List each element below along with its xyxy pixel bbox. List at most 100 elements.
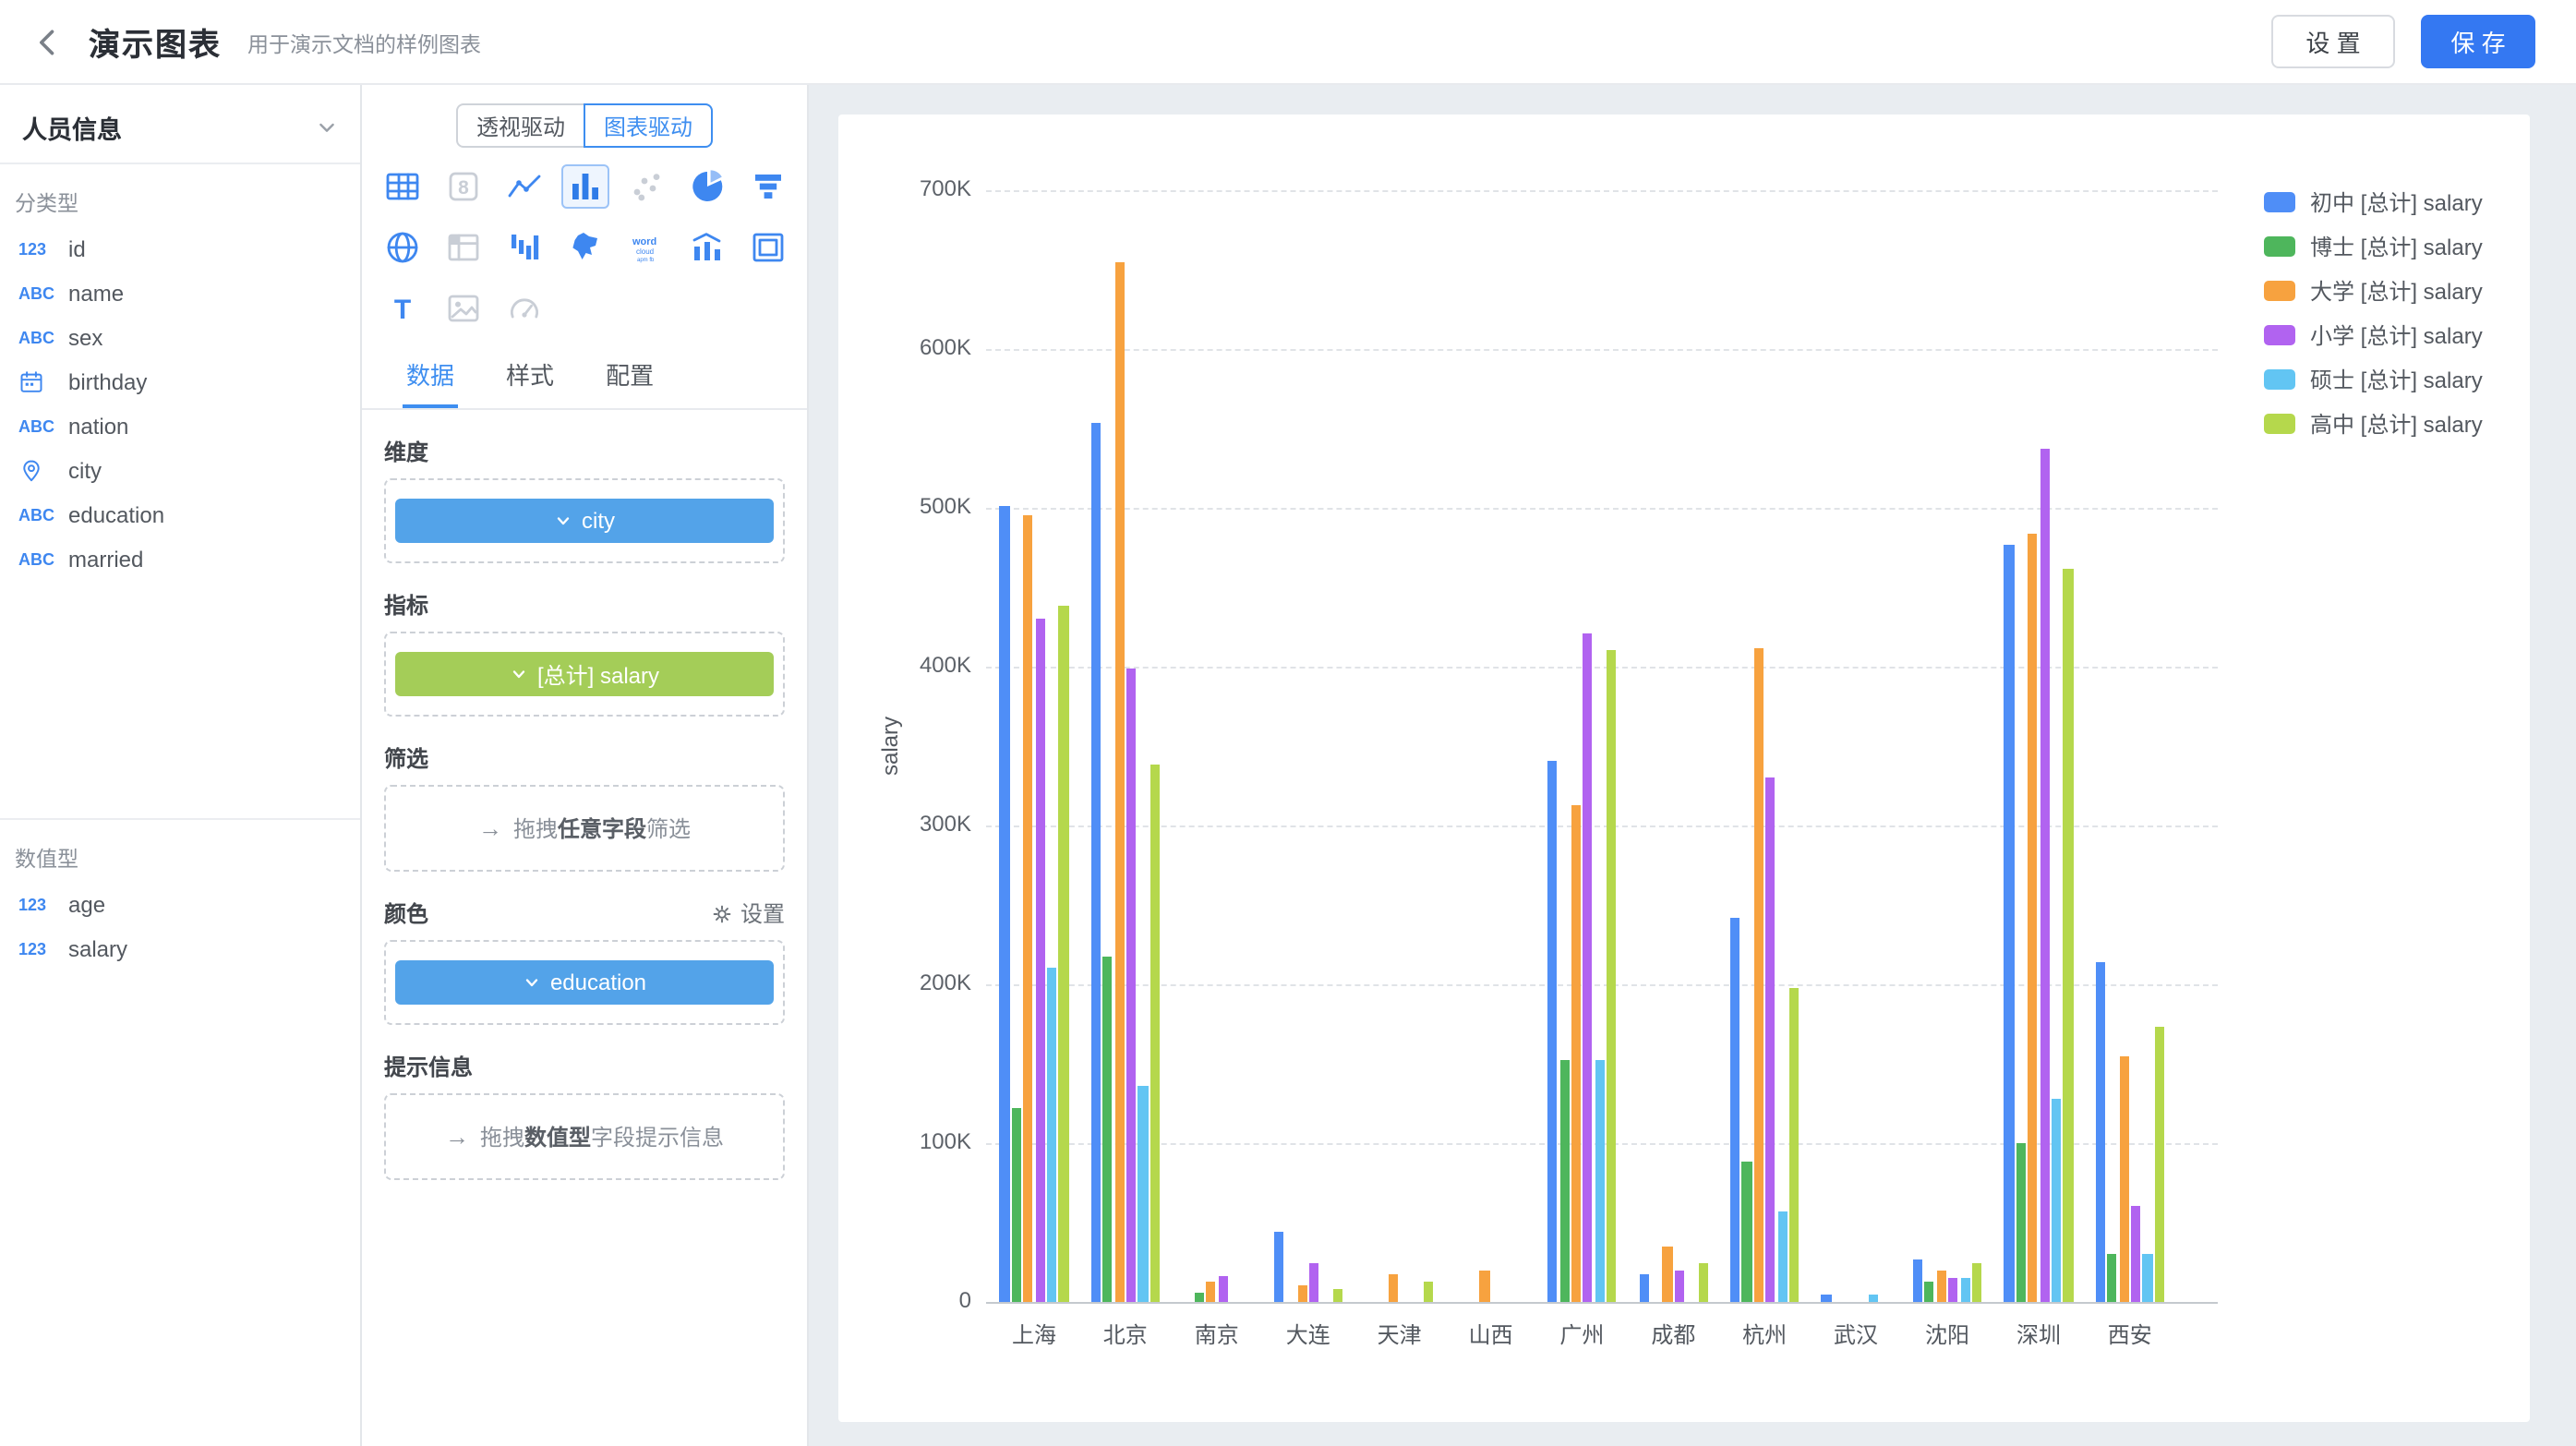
chevron-left-icon — [31, 25, 65, 58]
bar-武汉-series-0 — [1822, 1294, 1831, 1302]
chevron-down-icon — [554, 512, 572, 530]
legend-swatch — [2264, 368, 2295, 389]
legend-label: 小学 [总计] salary — [2310, 319, 2483, 350]
table-icon[interactable] — [378, 164, 426, 209]
color-drop-zone[interactable]: education — [384, 940, 785, 1025]
tab-data[interactable]: 数据 — [403, 349, 458, 408]
calendar-icon — [18, 369, 68, 395]
bar-北京-series-2 — [1114, 261, 1124, 1302]
chart-legend: 初中 [总计] salary 博士 [总计] salary 大学 [总计] sala… — [2264, 188, 2483, 436]
filter-drop-zone[interactable]: → 拖拽任意字段筛选 — [384, 785, 785, 872]
bar-广州-series-0 — [1547, 760, 1557, 1302]
field-label: name — [68, 281, 124, 307]
dimension-pill[interactable]: city — [395, 499, 774, 543]
field-item-city[interactable]: city — [0, 449, 360, 493]
bar-西安-series-5 — [2155, 1027, 2164, 1302]
word-cloud-icon[interactable]: wordcloudapm fb — [621, 225, 669, 270]
bar-沈阳-series-5 — [1972, 1262, 1981, 1302]
y-axis-title: salary — [877, 717, 903, 776]
legend-item[interactable]: 大学 [总计] salary — [2264, 277, 2483, 303]
tooltip-label: 提示信息 — [384, 1053, 785, 1080]
metric-drop-zone[interactable]: [总计] salary — [384, 632, 785, 717]
legend-item[interactable]: 硕士 [总计] salary — [2264, 366, 2483, 392]
tooltip-drop-zone[interactable]: → 拖拽数值型字段提示信息 — [384, 1093, 785, 1180]
field-item-id[interactable]: 123id — [0, 227, 360, 271]
legend-swatch — [2264, 324, 2295, 344]
field-item-birthday[interactable]: birthday — [0, 360, 360, 404]
radar-chart-icon[interactable] — [378, 225, 426, 270]
bar-西安-series-3 — [2131, 1207, 2140, 1302]
bar-大连-series-3 — [1309, 1262, 1318, 1302]
bar-沈阳-series-4 — [1960, 1278, 1969, 1302]
field-item-salary[interactable]: 123salary — [0, 927, 360, 971]
pivot-table-icon[interactable] — [439, 225, 487, 270]
page-subtitle: 用于演示文档的样例图表 — [247, 30, 481, 59]
funnel-chart-icon[interactable] — [743, 164, 791, 209]
y-tick-label: 600K — [838, 334, 971, 360]
legend-item[interactable]: 初中 [总计] salary — [2264, 188, 2483, 214]
numeric-123-icon: 123 — [18, 896, 68, 914]
legend-label: 初中 [总计] salary — [2310, 186, 2483, 217]
bar-杭州-series-5 — [1789, 987, 1799, 1302]
gauge-chart-icon[interactable] — [500, 286, 548, 331]
field-item-nation[interactable]: ABCnation — [0, 404, 360, 449]
metric-pill[interactable]: [总计] salary — [395, 652, 774, 696]
dimension-drop-zone[interactable]: city — [384, 478, 785, 563]
gridline — [986, 508, 2218, 510]
combo-chart-icon[interactable] — [682, 225, 730, 270]
color-pill-label: education — [550, 970, 646, 995]
bar-深圳-series-5 — [2064, 568, 2073, 1302]
line-chart-icon[interactable] — [500, 164, 548, 209]
color-label: 颜色 设置 — [384, 899, 785, 927]
y-tick-label: 100K — [838, 1128, 971, 1154]
drag-arrow-icon: → — [478, 814, 502, 842]
legend-item[interactable]: 博士 [总计] salary — [2264, 233, 2483, 259]
tab-chart-driven[interactable]: 图表驱动 — [584, 103, 713, 148]
bar-天津-series-2 — [1389, 1273, 1398, 1302]
tab-pivot-driven[interactable]: 透视驱动 — [456, 103, 585, 148]
bar-杭州-series-0 — [1730, 918, 1739, 1302]
field-item-education[interactable]: ABCeducation — [0, 493, 360, 537]
legend-label: 大学 [总计] salary — [2310, 274, 2483, 306]
tooltip-placeholder: → 拖拽数值型字段提示信息 — [395, 1114, 774, 1160]
legend-label: 博士 [总计] salary — [2310, 230, 2483, 261]
color-settings-button[interactable]: 设置 — [711, 898, 785, 929]
bar-杭州-series-1 — [1742, 1163, 1751, 1302]
pie-chart-icon[interactable] — [682, 164, 730, 209]
dataset-header[interactable]: 人员信息 — [22, 103, 338, 151]
field-label: married — [68, 547, 143, 572]
bar-上海-series-2 — [1023, 516, 1032, 1302]
map-chart-icon[interactable] — [560, 225, 608, 270]
bar-上海-series-5 — [1059, 607, 1068, 1302]
legend-item[interactable]: 小学 [总计] salary — [2264, 321, 2483, 347]
y-tick-label: 500K — [838, 493, 971, 519]
field-item-sex[interactable]: ABCsex — [0, 316, 360, 360]
tab-config[interactable]: 配置 — [602, 349, 657, 408]
save-button[interactable]: 保 存 — [2421, 15, 2535, 68]
text-icon[interactable]: T — [378, 286, 426, 331]
bar-广州-series-2 — [1571, 805, 1581, 1302]
waterfall-chart-icon[interactable] — [500, 225, 548, 270]
field-item-age[interactable]: 123age — [0, 883, 360, 927]
back-button[interactable] — [26, 19, 70, 64]
tab-style[interactable]: 样式 — [502, 349, 558, 408]
field-item-name[interactable]: ABCname — [0, 271, 360, 316]
bar-广州-series-3 — [1583, 633, 1593, 1302]
field-item-married[interactable]: ABCmarried — [0, 537, 360, 582]
image-icon[interactable] — [439, 286, 487, 331]
bar-成都-series-2 — [1663, 1247, 1672, 1302]
border-frame-icon[interactable] — [743, 225, 791, 270]
settings-button[interactable]: 设 置 — [2271, 15, 2395, 68]
legend-item[interactable]: 高中 [总计] salary — [2264, 410, 2483, 436]
chevron-down-icon — [316, 116, 338, 139]
text-abc-icon: ABC — [18, 417, 68, 436]
color-pill[interactable]: education — [395, 960, 774, 1005]
dimension-label: 维度 — [384, 438, 785, 465]
svg-text:apm fb: apm fb — [636, 258, 654, 263]
scatter-chart-icon[interactable] — [621, 164, 669, 209]
field-label: id — [68, 236, 86, 262]
bar-chart-icon[interactable] — [560, 164, 608, 209]
bar-成都-series-0 — [1639, 1273, 1648, 1302]
kpi-number-icon[interactable]: 8 — [439, 164, 487, 209]
bar-上海-series-3 — [1035, 619, 1044, 1302]
